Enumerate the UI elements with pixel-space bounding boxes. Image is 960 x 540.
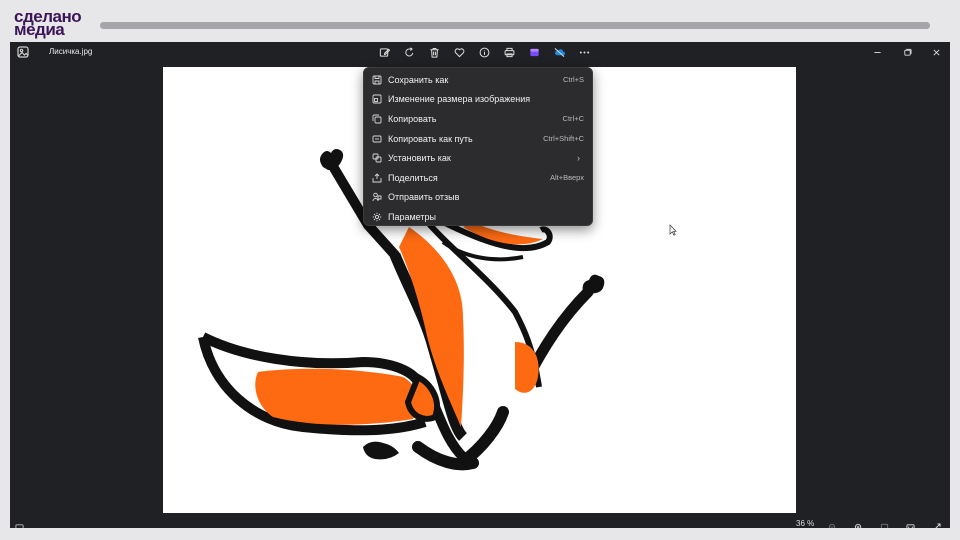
info-icon	[479, 47, 490, 58]
zoom-out-button[interactable]	[828, 519, 838, 528]
minimize-icon	[873, 51, 881, 53]
onedrive-button[interactable]	[547, 44, 572, 61]
filmstrip-icon	[15, 524, 24, 528]
more-options-menu: Сохранить как Ctrl+S Изменение размера и…	[363, 67, 593, 226]
menu-item-label: Установить как	[388, 153, 451, 164]
copy-path-icon	[372, 134, 382, 144]
menu-item-shortcut: Ctrl+S	[562, 75, 584, 85]
zoom-level: 36 %	[796, 519, 815, 528]
menu-item-shortcut: Ctrl+Shift+C	[543, 134, 584, 144]
fullscreen-icon	[935, 523, 941, 528]
copy-icon	[372, 114, 382, 124]
screen: сделано медиа Лисичка.jpg 36 % Сохранить…	[0, 0, 960, 540]
status-bar: 36 %	[10, 518, 950, 528]
menu-item-set-as[interactable]: Установить как ›	[364, 148, 592, 168]
menu-item-shortcut: Alt+Вверх	[549, 173, 584, 183]
onedrive-icon	[554, 48, 565, 57]
info-button[interactable]	[472, 44, 497, 61]
maximize-icon	[903, 48, 912, 56]
actual-size-button[interactable]	[906, 519, 916, 528]
rotate-button[interactable]	[397, 44, 422, 61]
title-bar: Лисичка.jpg	[10, 42, 950, 63]
feedback-icon	[372, 192, 382, 202]
menu-item-shortcut: Ctrl+C	[562, 114, 584, 124]
more-icon	[579, 51, 590, 54]
filmstrip-toggle-button[interactable]	[15, 519, 25, 528]
menu-item-copy[interactable]: Копировать Ctrl+C	[364, 109, 592, 129]
menu-item-label: Изменение размера изображения	[388, 94, 531, 105]
menu-item-label: Копировать	[388, 113, 437, 124]
zoom-out-icon	[828, 523, 836, 528]
fullscreen-button[interactable]	[932, 519, 942, 528]
save-icon	[372, 75, 382, 85]
clipchamp-icon	[530, 48, 539, 57]
set-as-icon	[372, 153, 382, 163]
fit-to-window-icon	[880, 523, 889, 528]
favorite-icon	[454, 48, 465, 58]
delete-button[interactable]	[422, 44, 447, 61]
toolbar	[372, 44, 597, 61]
menu-item-send-feedback[interactable]: Отправить отзыв	[364, 188, 592, 208]
video-progress-fill	[100, 22, 930, 29]
menu-item-label: Отправить отзыв	[388, 192, 460, 203]
fit-button[interactable]	[880, 519, 890, 528]
close-button[interactable]	[929, 45, 943, 59]
close-icon	[932, 48, 940, 56]
brand-line-2: медиа	[14, 20, 65, 39]
menu-item-copy-as-path[interactable]: Копировать как путь Ctrl+Shift+C	[364, 129, 592, 149]
edit-image-icon	[379, 48, 390, 57]
menu-item-settings[interactable]: Параметры	[364, 207, 592, 227]
favorite-button[interactable]	[447, 44, 472, 61]
clipchamp-button[interactable]	[522, 44, 547, 61]
menu-item-label: Копировать как путь	[388, 133, 473, 144]
resize-icon	[372, 94, 382, 104]
delete-icon	[430, 47, 439, 58]
photos-app-icon	[16, 45, 30, 59]
file-name: Лисичка.jpg	[49, 47, 93, 56]
actual-size-icon	[906, 524, 915, 528]
chevron-right-icon: ›	[577, 153, 580, 164]
minimize-button[interactable]	[870, 45, 884, 59]
menu-item-resize-image[interactable]: Изменение размера изображения	[364, 90, 592, 110]
mouse-cursor-icon	[669, 224, 677, 236]
rotate-icon	[405, 47, 414, 57]
menu-item-label: Поделиться	[388, 172, 438, 183]
menu-item-share[interactable]: Поделиться Alt+Вверх	[364, 168, 592, 188]
print-button[interactable]	[497, 44, 522, 61]
video-progress-bar[interactable]	[100, 22, 930, 29]
zoom-in-button[interactable]	[854, 519, 864, 528]
zoom-in-icon	[854, 523, 862, 528]
brand-logo: сделано медиа	[14, 8, 94, 40]
maximize-button[interactable]	[900, 45, 914, 59]
menu-item-save-as[interactable]: Сохранить как Ctrl+S	[364, 70, 592, 90]
share-icon	[372, 173, 382, 183]
menu-item-label: Параметры	[388, 211, 436, 222]
more-button[interactable]	[572, 44, 597, 61]
edit-image-button[interactable]	[372, 44, 397, 61]
settings-icon	[372, 212, 382, 222]
print-icon	[504, 47, 515, 58]
menu-item-label: Сохранить как	[388, 74, 449, 85]
